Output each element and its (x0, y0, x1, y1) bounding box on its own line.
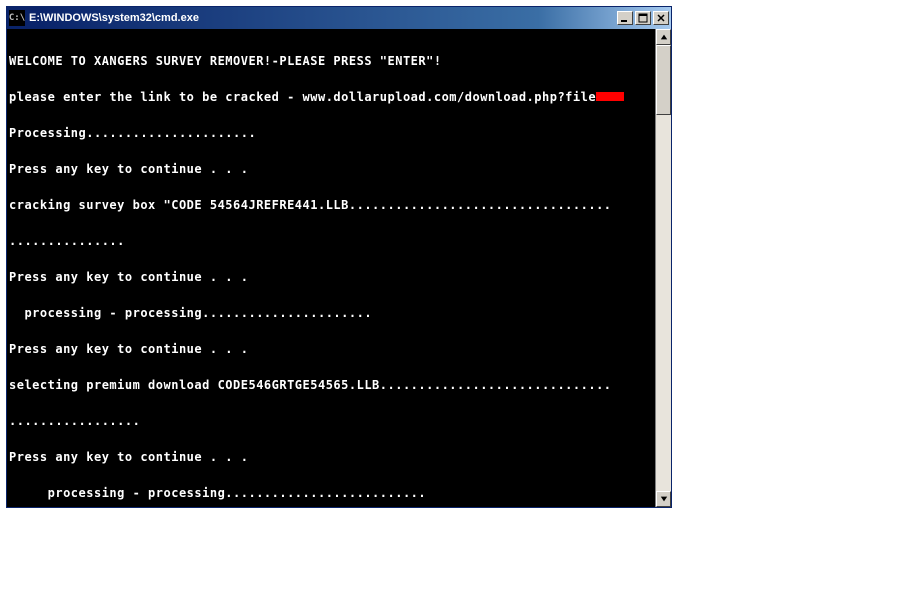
scroll-down-button[interactable] (656, 491, 671, 507)
minimize-button[interactable] (617, 11, 633, 25)
console-line: selecting premium download CODE546GRTGE5… (9, 379, 653, 391)
chevron-up-icon (660, 33, 668, 41)
close-button[interactable] (653, 11, 669, 25)
titlebar[interactable]: C:\ E:\WINDOWS\system32\cmd.exe (7, 7, 671, 29)
console-line: cracking survey box "CODE 54564JREFRE441… (9, 199, 653, 211)
console-output[interactable]: WELCOME TO XANGERS SURVEY REMOVER!-PLEAS… (7, 29, 655, 507)
console-line: Press any key to continue . . . (9, 271, 653, 283)
console-line: Processing...................... (9, 127, 653, 139)
chevron-down-icon (660, 495, 668, 503)
cmd-window: C:\ E:\WINDOWS\system32\cmd.exe WELCOME … (6, 6, 672, 508)
console-line: Press any key to continue . . . (9, 451, 653, 463)
console-line: please enter the link to be cracked - ww… (9, 91, 653, 103)
close-icon (656, 13, 666, 23)
console-line: WELCOME TO XANGERS SURVEY REMOVER!-PLEAS… (9, 55, 653, 67)
scroll-thumb[interactable] (656, 45, 671, 115)
console-line: processing - processing.................… (9, 307, 653, 319)
cmd-icon: C:\ (9, 10, 25, 26)
console-line: ............... (9, 235, 653, 247)
window-title: E:\WINDOWS\system32\cmd.exe (29, 12, 617, 24)
vertical-scrollbar (655, 29, 671, 507)
window-controls (617, 11, 669, 25)
console-body: WELCOME TO XANGERS SURVEY REMOVER!-PLEAS… (7, 29, 671, 507)
minimize-icon (620, 13, 630, 23)
console-line: ................. (9, 415, 653, 427)
scroll-track[interactable] (656, 45, 671, 491)
maximize-button[interactable] (635, 11, 651, 25)
console-line: Press any key to continue . . . (9, 343, 653, 355)
redaction-box (596, 92, 624, 101)
maximize-icon (638, 13, 648, 23)
console-line: Press any key to continue . . . (9, 163, 653, 175)
console-line: processing - processing.................… (9, 487, 653, 499)
scroll-up-button[interactable] (656, 29, 671, 45)
